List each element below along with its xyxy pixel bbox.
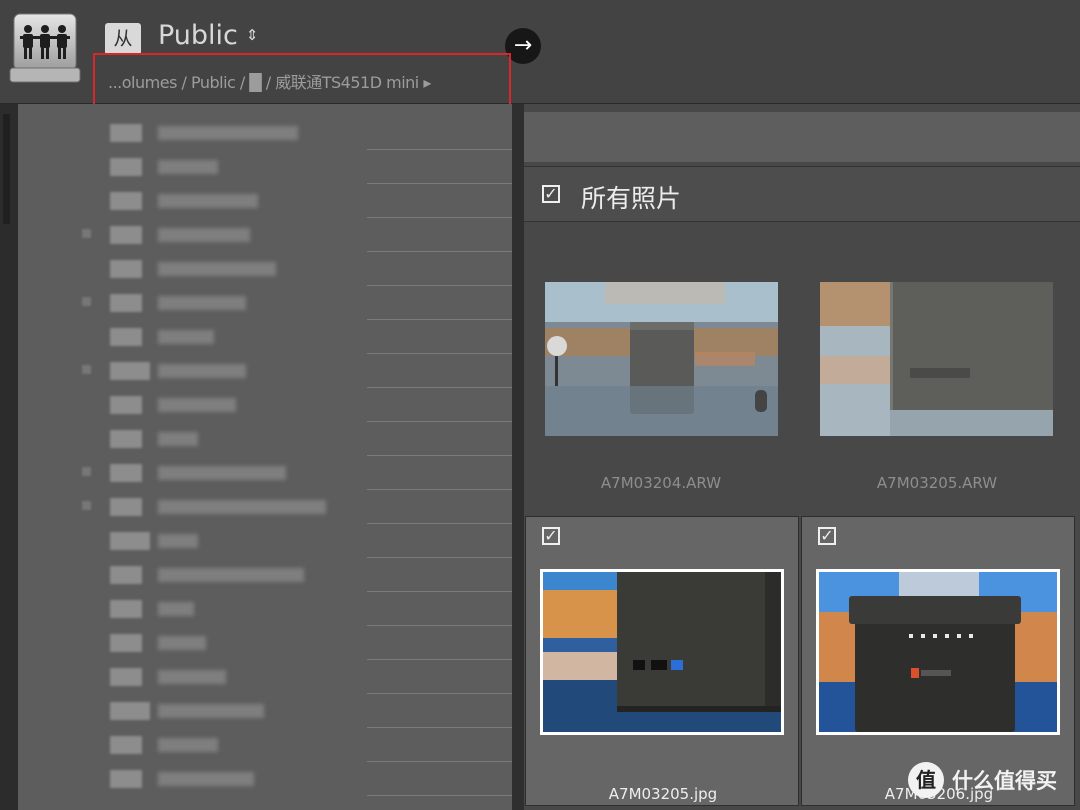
photo-tile[interactable]: A7M03204.ARW bbox=[524, 226, 798, 516]
list-item[interactable] bbox=[18, 456, 512, 490]
photo-filename: A7M03204.ARW bbox=[600, 474, 722, 492]
folder-label bbox=[158, 602, 194, 616]
folder-icon bbox=[110, 124, 142, 142]
folder-icon bbox=[110, 226, 142, 244]
photo-grid-pane: ✓ 所有照片 A7M03204.ARW A7M03205.ARW ✓ A7M03… bbox=[524, 104, 1080, 810]
folder-icon bbox=[110, 294, 142, 312]
folder-label bbox=[158, 772, 254, 786]
folder-label bbox=[158, 738, 218, 752]
watermark-text: 什么值得买 bbox=[952, 769, 1057, 793]
folder-label bbox=[158, 398, 236, 412]
folder-label bbox=[158, 704, 264, 718]
folder-path-breadcrumb[interactable]: ...olumes / Public / █ / 威联通TS451D mini … bbox=[108, 69, 431, 93]
folder-icon bbox=[110, 260, 142, 278]
folder-icon bbox=[110, 600, 142, 618]
list-item[interactable] bbox=[18, 762, 512, 796]
folder-icon bbox=[110, 498, 142, 516]
shared-drive-icon[interactable] bbox=[8, 12, 82, 86]
source-title: Public bbox=[158, 20, 238, 51]
folder-label bbox=[158, 466, 286, 480]
expand-icon[interactable] bbox=[82, 501, 91, 510]
all-photos-header[interactable]: ✓ 所有照片 bbox=[524, 166, 1080, 222]
folder-icon bbox=[110, 770, 142, 788]
list-item[interactable] bbox=[18, 524, 512, 558]
pane-divider[interactable] bbox=[512, 104, 524, 810]
list-item[interactable] bbox=[18, 558, 512, 592]
photo-thumbnail[interactable] bbox=[540, 569, 784, 735]
photo-thumbnail[interactable] bbox=[816, 569, 1060, 735]
folder-label bbox=[158, 534, 198, 548]
expand-icon[interactable] bbox=[82, 365, 91, 374]
folder-label bbox=[158, 568, 304, 582]
photo-filename: A7M03205.ARW bbox=[876, 474, 998, 492]
photo-tile-selected[interactable]: ✓ A7M03205.jpg bbox=[525, 516, 799, 806]
list-item[interactable] bbox=[18, 728, 512, 762]
list-item[interactable] bbox=[18, 286, 512, 320]
folder-icon bbox=[110, 396, 142, 414]
folder-icon bbox=[110, 464, 142, 482]
folder-icon bbox=[110, 736, 142, 754]
source-badge: 从 bbox=[105, 23, 141, 55]
photo-filename: A7M03205.jpg bbox=[608, 785, 718, 803]
photo-tile[interactable]: A7M03205.ARW bbox=[800, 226, 1074, 516]
folder-icon bbox=[110, 634, 142, 652]
source-selector[interactable]: Public ⇕ bbox=[158, 20, 258, 51]
folder-icon bbox=[110, 158, 142, 176]
folder-label bbox=[158, 500, 326, 514]
expand-icon[interactable] bbox=[82, 229, 91, 238]
list-item[interactable] bbox=[18, 150, 512, 184]
list-item[interactable] bbox=[18, 320, 512, 354]
photo-checkbox[interactable]: ✓ bbox=[542, 527, 560, 545]
folder-label bbox=[158, 670, 226, 684]
folder-label bbox=[158, 296, 246, 310]
select-all-checkbox[interactable]: ✓ bbox=[542, 185, 560, 203]
list-item[interactable] bbox=[18, 626, 512, 660]
folder-icon bbox=[110, 532, 150, 550]
list-item[interactable] bbox=[18, 592, 512, 626]
list-item[interactable] bbox=[18, 184, 512, 218]
folder-label bbox=[158, 262, 276, 276]
grid-toolbar bbox=[524, 112, 1080, 162]
folder-label bbox=[158, 364, 246, 378]
folder-label bbox=[158, 636, 206, 650]
folder-list[interactable] bbox=[18, 104, 512, 810]
list-item[interactable] bbox=[18, 218, 512, 252]
photo-checkbox[interactable]: ✓ bbox=[818, 527, 836, 545]
all-photos-label: 所有照片 bbox=[581, 184, 682, 213]
folder-label bbox=[158, 160, 218, 174]
import-header: 从 Public ⇕ → ...olumes / Public / █ / 威联通… bbox=[0, 0, 1080, 107]
folder-icon bbox=[110, 328, 142, 346]
folder-label bbox=[158, 194, 258, 208]
expand-icon[interactable] bbox=[82, 467, 91, 476]
list-item[interactable] bbox=[18, 694, 512, 728]
folder-icon bbox=[110, 702, 150, 720]
folder-icon bbox=[110, 192, 142, 210]
sort-caret-icon: ⇕ bbox=[245, 26, 259, 44]
expand-icon[interactable] bbox=[82, 297, 91, 306]
folder-label bbox=[158, 228, 250, 242]
left-panel-edge bbox=[0, 104, 18, 810]
list-item[interactable] bbox=[18, 660, 512, 694]
scroll-mark bbox=[3, 114, 10, 224]
folder-icon bbox=[110, 566, 142, 584]
watermark-logo: 值 什么值得买 bbox=[908, 762, 1057, 798]
folder-icon bbox=[110, 430, 142, 448]
list-item[interactable] bbox=[18, 252, 512, 286]
photo-thumbnail[interactable] bbox=[545, 282, 778, 436]
list-item[interactable] bbox=[18, 422, 512, 456]
list-item[interactable] bbox=[18, 116, 512, 150]
folder-label bbox=[158, 330, 214, 344]
photo-thumbnail[interactable] bbox=[820, 282, 1053, 436]
folder-icon bbox=[110, 362, 150, 380]
folder-label bbox=[158, 126, 298, 140]
watermark-badge: 值 bbox=[908, 762, 944, 798]
row-divider bbox=[367, 795, 512, 796]
list-item[interactable] bbox=[18, 354, 512, 388]
folder-label bbox=[158, 432, 198, 446]
folder-icon bbox=[110, 668, 142, 686]
list-item[interactable] bbox=[18, 388, 512, 422]
list-item[interactable] bbox=[18, 490, 512, 524]
